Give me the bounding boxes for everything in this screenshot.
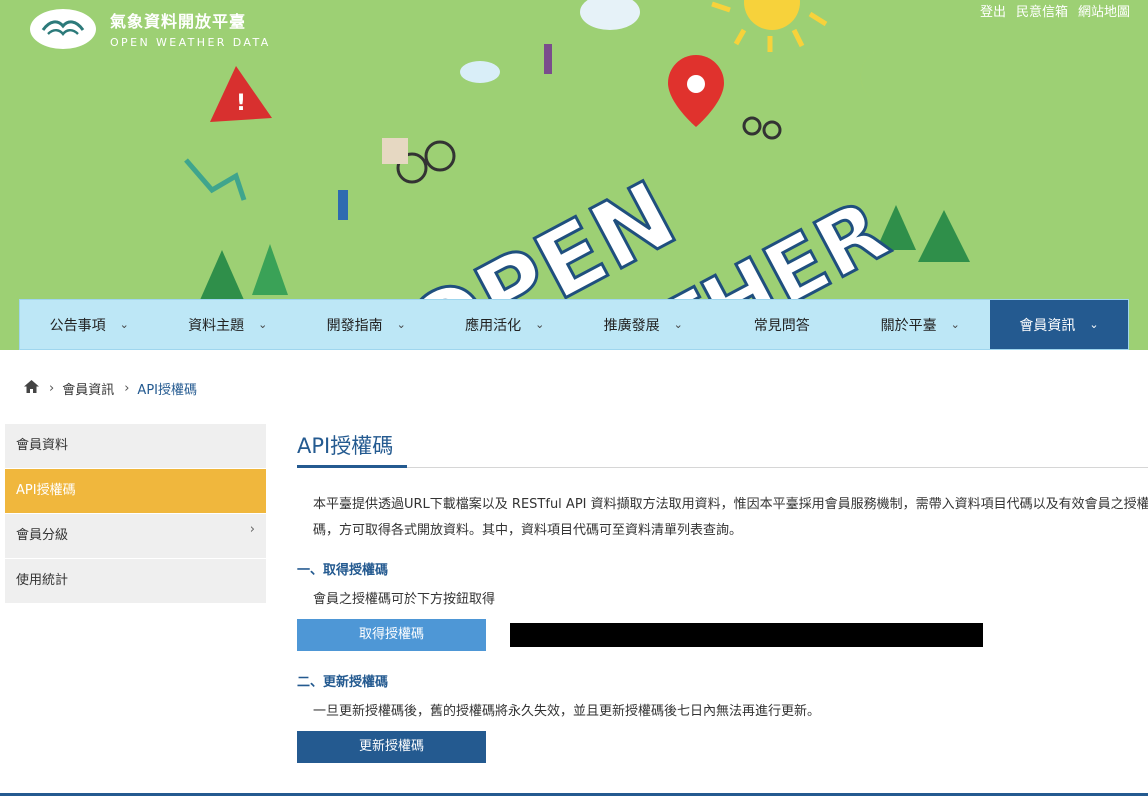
hero-banner: ! OPEN ATHER 氣象資料開放平臺 OPEN WEATHER DATA … [0,0,1148,350]
nav-label: 常見問答 [753,317,810,334]
get-api-key-button[interactable]: 取得授權碼 [297,619,486,651]
sidebar-item-member-data[interactable]: 會員資料 [5,424,266,468]
site-title: 氣象資料開放平臺 [110,12,247,31]
nav-item-announcements[interactable]: 公告事項 ⌄ [20,300,159,349]
nav-item-member-info[interactable]: 會員資訊 ⌄ [990,300,1128,349]
main-content: API授權碼 本平臺提供透過URL下載檔案以及 RESTful API 資料擷取… [297,430,1148,763]
nav-label: 會員資訊 [1019,317,1076,334]
nav-item-data-topics[interactable]: 資料主題 ⌄ [159,300,298,349]
home-icon[interactable] [24,380,39,397]
intro-text: 本平臺提供透過URL下載檔案以及 RESTful API 資料擷取方法取用資料，… [313,497,1148,538]
sidebar-item-member-level[interactable]: 會員分級 › [5,514,266,558]
sitemap-link[interactable]: 網站地圖 [1078,1,1130,20]
chevron-down-icon: ⌄ [950,318,960,331]
chevron-down-icon: ⌄ [535,318,545,331]
nav-label: 公告事項 [49,317,106,334]
nav-item-dev-guide[interactable]: 開發指南 ⌄ [297,300,436,349]
cloud-swirl-icon [30,8,96,49]
sidebar-item-label: 會員資料 [16,438,69,453]
nav-label: 開發指南 [326,317,383,334]
nav-label: 關於平臺 [880,317,937,334]
main-nav: 公告事項 ⌄ 資料主題 ⌄ 開發指南 ⌄ 應用活化 ⌄ 推廣發展 ⌄ 常見問答 關於平臺 ⌄… [19,299,1129,350]
chevron-down-icon: ⌄ [258,318,268,331]
nav-item-promotion[interactable]: 推廣發展 ⌄ [574,300,713,349]
nav-item-applications[interactable]: 應用活化 ⌄ [436,300,575,349]
sidebar-item-label: 使用統計 [16,573,69,588]
chevron-down-icon: ⌄ [1089,318,1099,331]
sidebar: 會員資料 API授權碼 會員分級 › 使用統計 [5,424,266,604]
banner-illustration: ! OPEN ATHER [184,0,970,350]
sidebar-item-usage-stats[interactable]: 使用統計 [5,559,266,603]
breadcrumb: › 會員資訊 › API授權碼 [24,379,197,398]
breadcrumb-separator: › [124,381,130,396]
chevron-right-icon: › [249,522,255,537]
logout-link[interactable]: 登出 [980,1,1006,20]
nav-item-faq[interactable]: 常見問答 [713,300,852,349]
nav-label: 資料主題 [188,317,245,334]
sidebar-item-api-key[interactable]: API授權碼 [5,469,266,513]
svg-text:!: ! [236,91,246,116]
nav-label: 應用活化 [465,317,522,334]
sidebar-item-label: API授權碼 [16,483,76,498]
page-title: API授權碼 [297,430,1148,468]
chevron-down-icon: ⌄ [396,318,406,331]
nav-item-about[interactable]: 關於平臺 ⌄ [851,300,990,349]
site-logo[interactable]: 氣象資料開放平臺 OPEN WEATHER DATA [30,8,271,49]
nav-label: 推廣發展 [603,317,660,334]
feedback-link[interactable]: 民意信箱 [1016,1,1068,20]
renew-api-key-button[interactable]: 更新授權碼 [297,731,486,763]
section-heading-renew-key: 二、更新授權碼 [297,675,389,690]
site-subtitle: OPEN WEATHER DATA [110,36,271,49]
chevron-down-icon: ⌄ [673,318,683,331]
breadcrumb-member-info[interactable]: 會員資訊 [62,379,114,398]
section-text-get-key: 會員之授權碼可於下方按鈕取得 [313,592,496,607]
sidebar-item-label: 會員分級 [16,528,69,543]
chevron-down-icon: ⌄ [119,318,129,331]
breadcrumb-separator: › [49,381,55,396]
api-key-display-redacted [510,623,983,647]
top-links: 登出 民意信箱 網站地圖 [980,1,1130,20]
section-text-renew-key: 一旦更新授權碼後，舊的授權碼將永久失效，並且更新授權碼後七日內無法再進行更新。 [313,704,821,719]
section-heading-get-key: 一、取得授權碼 [297,563,389,578]
breadcrumb-current[interactable]: API授權碼 [137,379,197,398]
